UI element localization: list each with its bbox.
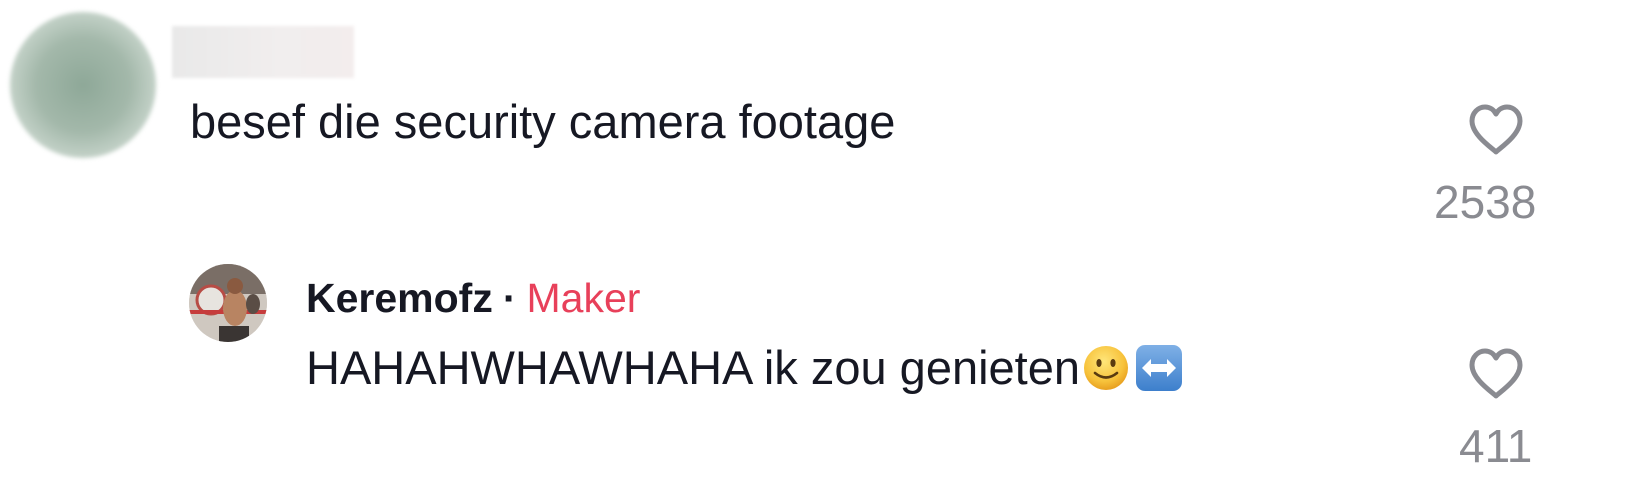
slightly-smiling-face-emoji [1084, 346, 1129, 390]
creator-badge: Maker [526, 275, 641, 321]
reply-text: HAHAHWHAWHAHA ik zou genieten [306, 341, 1081, 394]
left-right-arrow-emoji [1136, 345, 1183, 391]
reply-username[interactable]: Keremofz [306, 275, 493, 321]
reply-like-count: 411 [1459, 420, 1533, 472]
comment-like-button[interactable] [1466, 102, 1526, 158]
reply-like-button[interactable] [1466, 346, 1526, 402]
creator-avatar-image [189, 264, 267, 342]
heart-outline-icon [1469, 104, 1523, 155]
reply-avatar[interactable] [189, 264, 267, 342]
comment-like-count: 2538 [1434, 176, 1537, 228]
heart-outline-icon [1469, 348, 1523, 399]
commenter-avatar-blurred[interactable] [10, 12, 156, 158]
reply-text-row: HAHAHWHAWHAHA ik zou genieten [306, 338, 1184, 398]
separator-dot: · [502, 275, 517, 321]
commenter-username-blurred[interactable] [172, 26, 354, 78]
comment-text: besef die security camera footage [190, 95, 896, 148]
reply-header: Keremofz · Maker [306, 274, 640, 322]
